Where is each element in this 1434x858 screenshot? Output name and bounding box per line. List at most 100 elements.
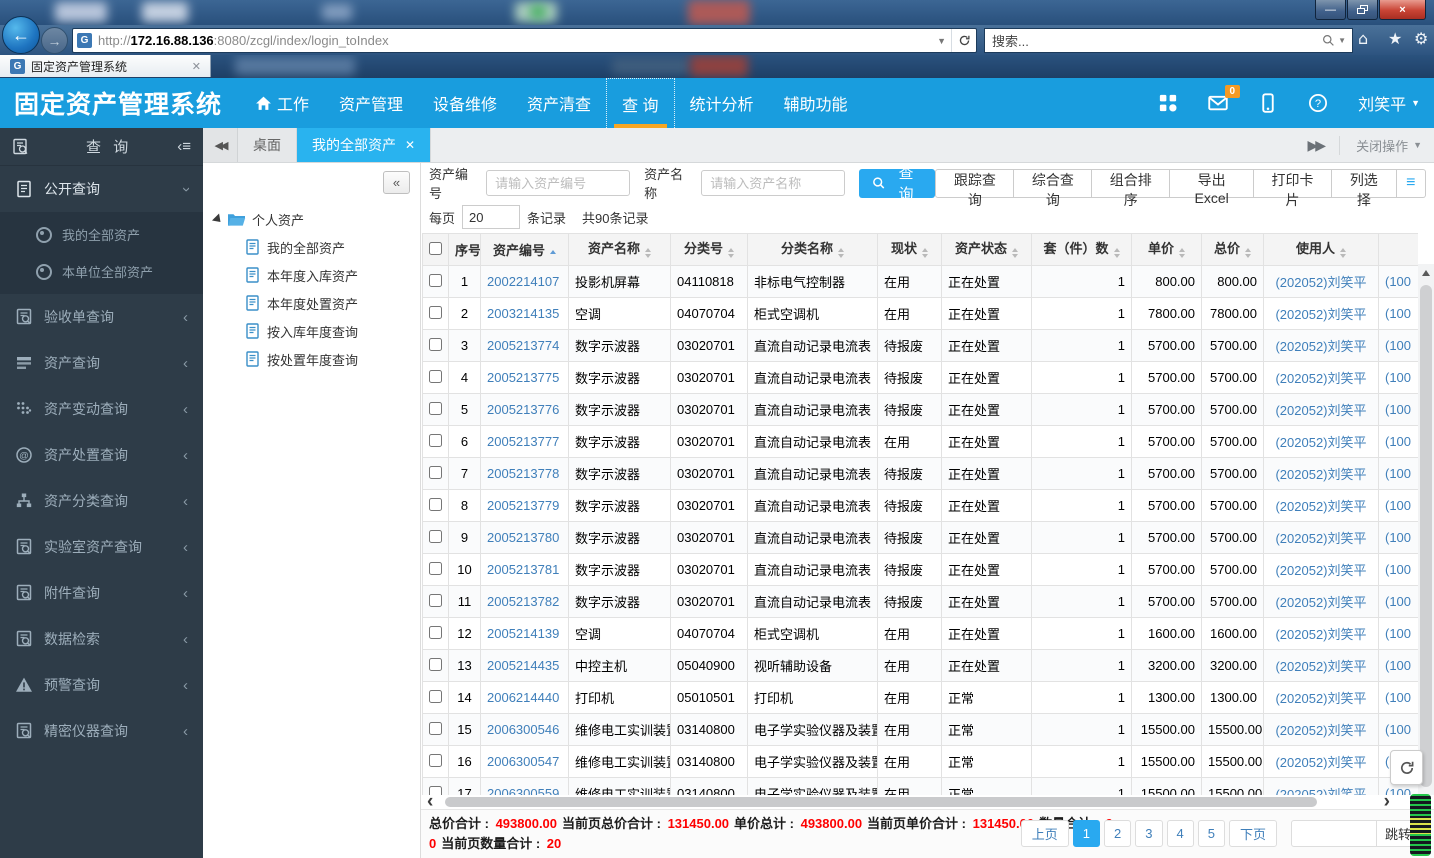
- action-button-1[interactable]: 综合查询: [1014, 168, 1093, 208]
- window-close-button[interactable]: ×: [1379, 0, 1426, 20]
- col-header-4[interactable]: 分类名称: [747, 233, 878, 266]
- tree-item-0[interactable]: 我的全部资产: [213, 233, 416, 261]
- sort-icon[interactable]: [1113, 245, 1120, 261]
- action-button-2[interactable]: 组合排序: [1092, 168, 1171, 208]
- jump-page-input[interactable]: [1290, 820, 1377, 847]
- per-page-input[interactable]: [462, 205, 521, 229]
- sidebar-collapse-icon[interactable]: ‹≡: [177, 138, 191, 155]
- tree-collapse-button[interactable]: «: [383, 171, 410, 194]
- col-header-7[interactable]: 套（件）数: [1031, 233, 1132, 266]
- tree-root-personal-assets[interactable]: 个人资产: [211, 205, 416, 233]
- mobile-icon[interactable]: [1258, 93, 1278, 113]
- horizontal-scrollbar[interactable]: ‹ ›: [427, 792, 1416, 811]
- user-link[interactable]: (202052)刘笑平: [1275, 787, 1366, 795]
- search-icon[interactable]: ▼: [1322, 34, 1352, 47]
- window-minimize-button[interactable]: —: [1315, 0, 1346, 20]
- asset-no-link[interactable]: 2005213775: [487, 370, 559, 385]
- tree-item-4[interactable]: 按处置年度查询: [213, 345, 416, 373]
- asset-no-link[interactable]: 2005213782: [487, 594, 559, 609]
- address-dropdown-icon[interactable]: ▼: [932, 36, 951, 46]
- tree-item-2[interactable]: 本年度处置资产: [213, 289, 416, 317]
- asset-no-link[interactable]: 2005213778: [487, 466, 559, 481]
- user-link[interactable]: (100: [1385, 658, 1411, 673]
- col-header-6[interactable]: 资产状态: [941, 233, 1032, 266]
- row-checkbox[interactable]: [429, 401, 442, 415]
- asset-no-input[interactable]: [486, 170, 631, 196]
- col-header-5[interactable]: 现状: [877, 233, 942, 266]
- tree-expand-icon[interactable]: [211, 212, 225, 226]
- nav-item-0[interactable]: 工作: [240, 78, 324, 128]
- sidebar-item-9[interactable]: 预警查询 ‹: [0, 662, 203, 708]
- sort-icon[interactable]: [1179, 245, 1185, 261]
- user-link[interactable]: (202052)刘笑平: [1275, 531, 1366, 546]
- sidebar-item-8[interactable]: 数据检索 ‹: [0, 616, 203, 662]
- user-link[interactable]: (100: [1385, 338, 1411, 353]
- asset-name-input[interactable]: [701, 170, 846, 196]
- sidebar-item-1[interactable]: 验收单查询 ‹: [0, 294, 203, 340]
- tab-close-icon[interactable]: ✕: [189, 60, 204, 73]
- row-checkbox[interactable]: [429, 625, 442, 639]
- tab-close-icon[interactable]: ✕: [405, 138, 415, 152]
- page-button-3[interactable]: 3: [1135, 820, 1163, 847]
- user-link[interactable]: (100: [1385, 690, 1411, 705]
- user-link[interactable]: (100: [1385, 402, 1411, 417]
- scroll-up-arrow[interactable]: [1418, 264, 1434, 282]
- row-checkbox[interactable]: [429, 465, 442, 479]
- more-actions-menu-icon[interactable]: ≡: [1396, 168, 1426, 198]
- user-link[interactable]: (202052)刘笑平: [1275, 403, 1366, 418]
- user-menu[interactable]: 刘笑平 ▼: [1358, 91, 1420, 115]
- col-header-3[interactable]: 分类号: [670, 233, 748, 266]
- sidebar-item-6[interactable]: 实验室资产查询 ‹: [0, 524, 203, 570]
- favorites-star-icon[interactable]: ★: [1388, 29, 1402, 48]
- row-checkbox[interactable]: [429, 433, 442, 447]
- apps-grid-icon[interactable]: [1158, 93, 1178, 113]
- user-link[interactable]: (202052)刘笑平: [1275, 723, 1366, 738]
- asset-no-link[interactable]: 2003214135: [487, 306, 559, 321]
- settings-gear-icon[interactable]: ⚙: [1414, 29, 1428, 48]
- col-header-2[interactable]: 资产名称: [568, 233, 671, 266]
- asset-no-link[interactable]: 2005213774: [487, 338, 559, 353]
- sort-icon[interactable]: [922, 245, 928, 261]
- asset-no-link[interactable]: 2002214107: [487, 274, 559, 289]
- asset-no-link[interactable]: 2005213779: [487, 498, 559, 513]
- col-header-9[interactable]: 总价: [1201, 233, 1264, 266]
- page-button-4[interactable]: 4: [1166, 820, 1194, 847]
- next-page-button[interactable]: 下页: [1228, 820, 1277, 847]
- nav-item-4[interactable]: 查 询: [606, 78, 675, 128]
- user-link[interactable]: (202052)刘笑平: [1275, 275, 1366, 290]
- sort-icon[interactable]: [728, 245, 734, 261]
- user-link[interactable]: (100: [1385, 530, 1411, 545]
- row-checkbox[interactable]: [429, 305, 442, 319]
- sidebar-item-10[interactable]: 精密仪器查询 ‹: [0, 708, 203, 754]
- user-link[interactable]: (100: [1385, 434, 1411, 449]
- select-all-checkbox[interactable]: [429, 241, 442, 255]
- user-link[interactable]: (202052)刘笑平: [1275, 307, 1366, 322]
- window-restore-button[interactable]: [1347, 0, 1378, 20]
- sidebar-item-4[interactable]: @ 资产处置查询 ‹: [0, 432, 203, 478]
- action-button-0[interactable]: 跟踪查询: [935, 168, 1015, 208]
- row-checkbox[interactable]: [429, 753, 442, 767]
- row-checkbox[interactable]: [429, 497, 442, 511]
- page-button-1[interactable]: 1: [1072, 820, 1101, 847]
- nav-item-3[interactable]: 资产清查: [512, 78, 606, 128]
- user-link[interactable]: (202052)刘笑平: [1275, 627, 1366, 642]
- horizontal-scroll-thumb[interactable]: [445, 797, 1318, 807]
- action-button-3[interactable]: 导出Excel: [1170, 168, 1255, 206]
- asset-no-link[interactable]: 2005213781: [487, 562, 559, 577]
- row-checkbox[interactable]: [429, 529, 442, 543]
- user-link[interactable]: (202052)刘笑平: [1275, 371, 1366, 386]
- tree-item-1[interactable]: 本年度入库资产: [213, 261, 416, 289]
- user-link[interactable]: (100: [1385, 626, 1411, 641]
- sidebar-item-7[interactable]: 附件查询 ‹: [0, 570, 203, 616]
- mail-icon[interactable]: 0: [1208, 85, 1241, 113]
- user-link[interactable]: (100: [1385, 274, 1411, 289]
- scroll-right-arrow[interactable]: ›: [1384, 792, 1390, 811]
- refresh-icon[interactable]: [951, 29, 976, 52]
- workspace-tab-1[interactable]: 我的全部资产 ✕: [297, 128, 432, 162]
- user-link[interactable]: (100: [1385, 498, 1411, 513]
- col-header-8[interactable]: 单价: [1131, 233, 1202, 266]
- asset-no-link[interactable]: 2005213776: [487, 402, 559, 417]
- tabs-scroll-right-icon[interactable]: ▶▶: [1292, 137, 1340, 154]
- user-link[interactable]: (202052)刘笑平: [1275, 499, 1366, 514]
- row-checkbox[interactable]: [429, 721, 442, 735]
